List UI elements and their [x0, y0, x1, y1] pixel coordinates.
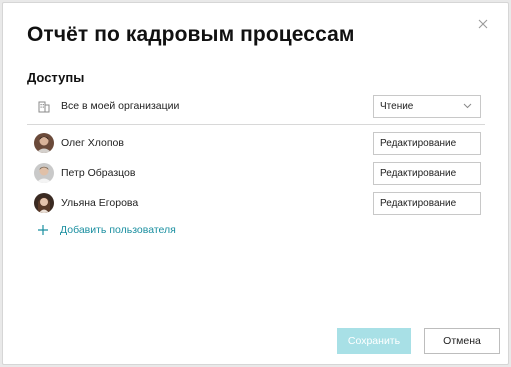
- user-permission-value: Редактирование: [380, 167, 457, 179]
- avatar: [34, 163, 54, 183]
- user-row: Петр Образцов Редактирование: [27, 159, 485, 187]
- building-icon: [38, 101, 50, 113]
- cancel-button[interactable]: Отмена: [424, 328, 500, 354]
- organization-label: Все в моей организации: [61, 100, 180, 112]
- access-heading: Доступы: [27, 70, 85, 85]
- user-name: Петр Образцов: [61, 167, 136, 179]
- user-permission-value: Редактирование: [380, 137, 457, 149]
- plus-icon: [38, 225, 48, 235]
- user-permission-select[interactable]: Редактирование: [373, 131, 481, 155]
- add-user-button[interactable]: Добавить пользователя: [36, 223, 176, 237]
- user-permission-value: Редактирование: [380, 197, 457, 209]
- user-name: Ульяна Егорова: [61, 197, 139, 209]
- share-dialog: Отчёт по кадровым процессам Доступы Все …: [2, 2, 509, 365]
- dialog-title: Отчёт по кадровым процессам: [27, 23, 355, 46]
- avatar: [34, 133, 54, 153]
- chevron-down-icon: [463, 103, 472, 108]
- section-divider: [27, 124, 485, 125]
- avatar: [34, 193, 54, 213]
- organization-permission-value: Чтение: [380, 100, 414, 112]
- save-button[interactable]: Сохранить: [337, 328, 411, 354]
- organization-row: Все в моей организации Чтение: [27, 92, 485, 120]
- user-permission-select[interactable]: Редактирование: [373, 161, 481, 185]
- user-row: Ульяна Егорова Редактирование: [27, 189, 485, 217]
- user-row: Олег Хлопов Редактирование: [27, 129, 485, 157]
- add-user-label: Добавить пользователя: [60, 224, 176, 236]
- close-icon: [478, 19, 488, 29]
- organization-permission-dropdown[interactable]: Чтение: [373, 94, 481, 118]
- close-button[interactable]: [474, 15, 492, 33]
- user-name: Олег Хлопов: [61, 137, 124, 149]
- user-permission-select[interactable]: Редактирование: [373, 191, 481, 215]
